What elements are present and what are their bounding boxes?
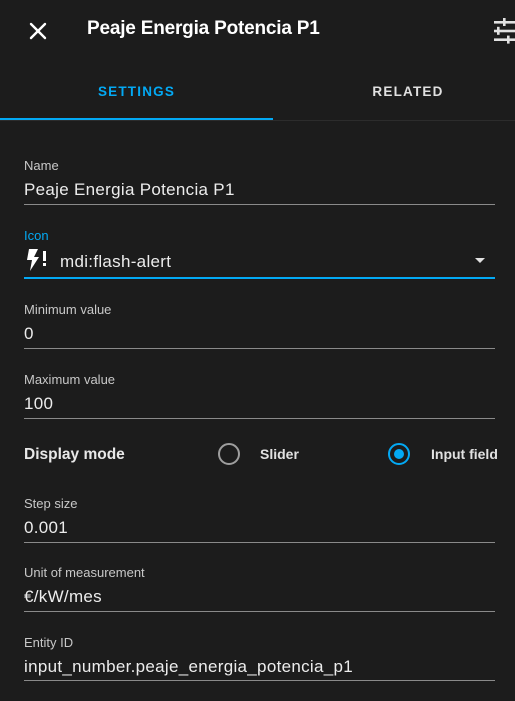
dialog-header: Peaje Energia Potencia P1 xyxy=(0,0,515,62)
radio-input-field-label[interactable]: Input field xyxy=(431,446,498,462)
name-label: Name xyxy=(24,158,59,173)
unit-input: €/kW/mes xyxy=(24,587,102,606)
entity-id-input: input_number.peaje_energia_potencia_p1 xyxy=(24,657,353,676)
minimum-value-label: Minimum value xyxy=(24,302,112,317)
minimum-value-input: 0 xyxy=(24,324,34,343)
unit-label: Unit of measurement xyxy=(24,565,145,580)
advanced-settings-button[interactable] xyxy=(491,17,515,45)
name-field[interactable]: Name Peaje Energia Potencia P1 xyxy=(24,158,495,206)
tab-settings[interactable]: SETTINGS xyxy=(0,62,273,120)
radio-slider-label[interactable]: Slider xyxy=(260,446,299,462)
tune-icon xyxy=(494,18,515,44)
step-size-input: 0.001 xyxy=(24,518,69,537)
step-size-field[interactable]: Step size 0.001 xyxy=(24,496,495,544)
icon-field[interactable]: Icon mdi:flash-alert xyxy=(24,228,495,280)
display-mode-group: Display mode Slider Input field xyxy=(24,436,498,476)
maximum-value-input: 100 xyxy=(24,394,54,413)
unit-underline xyxy=(24,611,495,612)
display-mode-label: Display mode xyxy=(24,446,125,463)
name-value: Peaje Energia Potencia P1 xyxy=(24,180,235,199)
entity-id-underline xyxy=(24,680,495,681)
tabs-divider xyxy=(0,120,515,121)
maximum-value-underline xyxy=(24,418,495,419)
unit-field[interactable]: Unit of measurement €/kW/mes xyxy=(24,565,495,613)
entity-id-field[interactable]: Entity ID input_number.peaje_energia_pot… xyxy=(24,635,495,683)
icon-underline xyxy=(24,277,495,279)
icon-value: mdi:flash-alert xyxy=(60,252,172,271)
chevron-down-icon[interactable] xyxy=(475,258,485,263)
minimum-value-field[interactable]: Minimum value 0 xyxy=(24,302,495,350)
tab-related[interactable]: RELATED xyxy=(273,62,515,120)
tab-bar: SETTINGS RELATED xyxy=(0,62,515,120)
flash-alert-icon xyxy=(27,249,46,271)
radio-slider[interactable] xyxy=(218,443,240,465)
name-underline xyxy=(24,204,495,205)
step-size-underline xyxy=(24,542,495,543)
entity-id-label: Entity ID xyxy=(24,635,74,650)
close-icon xyxy=(29,22,47,40)
step-size-label: Step size xyxy=(24,496,78,511)
entity-settings-dialog: Peaje Energia Potencia P1 SETTINGS RELAT… xyxy=(0,0,515,701)
close-button[interactable] xyxy=(22,15,54,47)
icon-label: Icon xyxy=(24,228,49,243)
radio-input-field[interactable] xyxy=(388,443,410,465)
maximum-value-label: Maximum value xyxy=(24,372,116,387)
maximum-value-field[interactable]: Maximum value 100 xyxy=(24,372,495,420)
dialog-title: Peaje Energia Potencia P1 xyxy=(87,18,320,39)
minimum-value-underline xyxy=(24,348,495,349)
